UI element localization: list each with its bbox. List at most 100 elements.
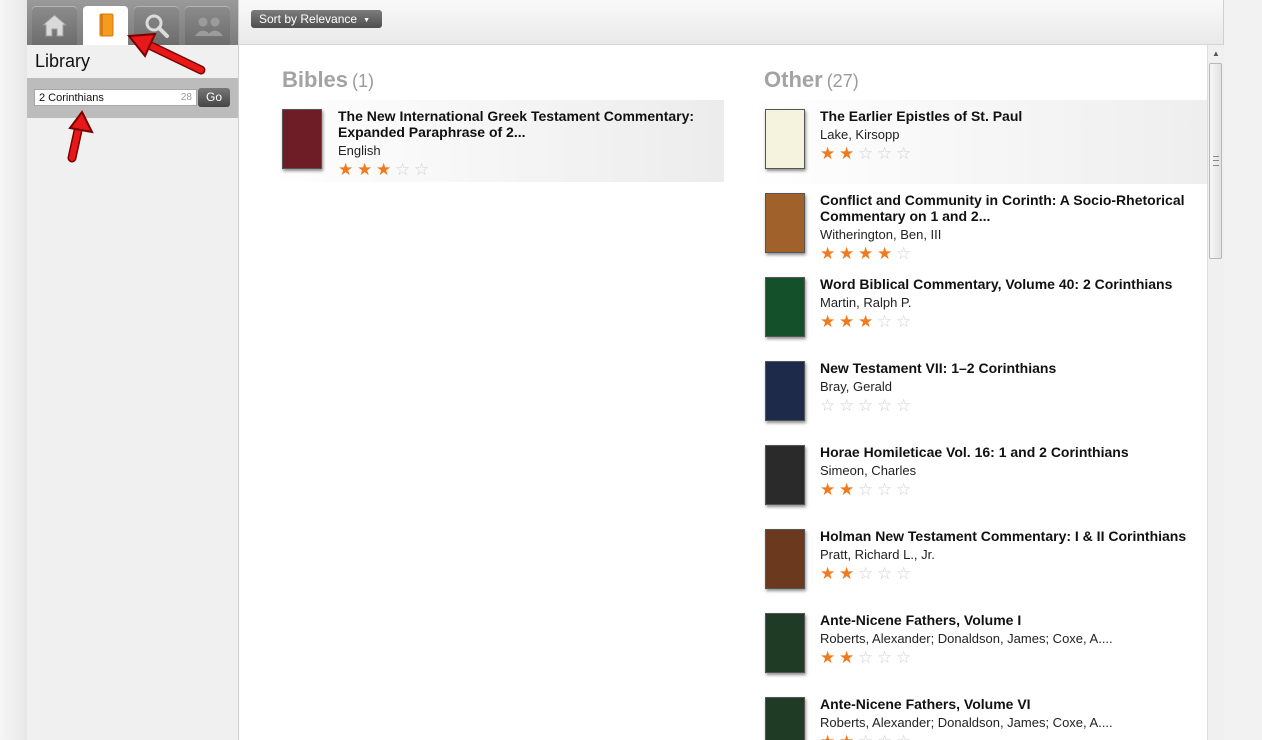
- star-empty-icon[interactable]: ☆: [896, 565, 915, 583]
- star-empty-icon[interactable]: ☆: [858, 481, 877, 499]
- star-filled-icon[interactable]: ★: [839, 565, 858, 583]
- result-item[interactable]: Conflict and Community in Corinth: A Soc…: [748, 184, 1207, 268]
- result-title[interactable]: Ante-Nicene Fathers, Volume I: [820, 612, 1200, 628]
- result-item[interactable]: Horae Homileticae Vol. 16: 1 and 2 Corin…: [748, 436, 1207, 520]
- star-rating[interactable]: ★★☆☆☆: [820, 481, 1200, 499]
- result-title[interactable]: Conflict and Community in Corinth: A Soc…: [820, 192, 1200, 224]
- star-filled-icon[interactable]: ★: [877, 245, 896, 263]
- result-title[interactable]: New Testament VII: 1–2 Corinthians: [820, 360, 1200, 376]
- book-cover: [765, 697, 805, 740]
- result-author: Pratt, Richard L., Jr.: [820, 547, 935, 562]
- star-empty-icon[interactable]: ☆: [820, 397, 839, 415]
- star-rating[interactable]: ★★☆☆☆: [820, 733, 1200, 740]
- star-filled-icon[interactable]: ★: [858, 313, 877, 331]
- star-filled-icon[interactable]: ★: [839, 313, 858, 331]
- result-item[interactable]: Ante-Nicene Fathers, Volume VI Roberts, …: [748, 688, 1207, 740]
- book-cover: [765, 193, 805, 253]
- star-filled-icon[interactable]: ★: [839, 245, 858, 263]
- star-filled-icon[interactable]: ★: [820, 649, 839, 667]
- book-cover: [765, 109, 805, 169]
- other-heading-label: Other: [764, 67, 823, 92]
- star-empty-icon[interactable]: ☆: [839, 397, 858, 415]
- star-empty-icon[interactable]: ☆: [896, 481, 915, 499]
- result-title[interactable]: Horae Homileticae Vol. 16: 1 and 2 Corin…: [820, 444, 1200, 460]
- star-empty-icon[interactable]: ☆: [877, 481, 896, 499]
- star-empty-icon[interactable]: ☆: [896, 145, 915, 163]
- star-rating[interactable]: ★ ★ ★ ★ ☆: [820, 245, 1200, 263]
- result-author: Martin, Ralph P.: [820, 295, 912, 310]
- star-filled-icon[interactable]: ★: [338, 161, 357, 179]
- star-empty-icon[interactable]: ☆: [877, 565, 896, 583]
- result-title[interactable]: Word Biblical Commentary, Volume 40: 2 C…: [820, 276, 1200, 292]
- star-empty-icon[interactable]: ☆: [395, 161, 414, 179]
- star-filled-icon[interactable]: ★: [357, 161, 376, 179]
- star-empty-icon[interactable]: ☆: [896, 245, 915, 263]
- result-item[interactable]: Word Biblical Commentary, Volume 40: 2 C…: [748, 268, 1207, 352]
- bibles-count: (1): [352, 71, 375, 91]
- other-heading: Other (27): [764, 67, 859, 93]
- result-author: Simeon, Charles: [820, 463, 917, 478]
- star-filled-icon[interactable]: ★: [839, 145, 858, 163]
- result-item[interactable]: The Earlier Epistles of St. Paul Lake, K…: [748, 100, 1207, 184]
- star-filled-icon[interactable]: ★: [820, 565, 839, 583]
- caret-down-icon: ▼: [363, 17, 370, 24]
- star-rating[interactable]: ☆ ☆ ☆ ☆ ☆: [820, 397, 1200, 415]
- result-title[interactable]: Ante-Nicene Fathers, Volume VI: [820, 696, 1200, 712]
- scroll-up-arrow-icon[interactable]: ▲: [1208, 49, 1224, 61]
- annotation-arrow-icon: [127, 32, 206, 75]
- star-empty-icon[interactable]: ☆: [896, 733, 915, 740]
- star-filled-icon[interactable]: ★: [820, 145, 839, 163]
- star-empty-icon[interactable]: ☆: [877, 733, 896, 740]
- sidebar: Library 28 Go: [27, 0, 239, 740]
- result-item[interactable]: Holman New Testament Commentary: I & II …: [748, 520, 1207, 604]
- result-title[interactable]: The Earlier Epistles of St. Paul: [820, 108, 1200, 124]
- result-item[interactable]: The New International Greek Testament Co…: [266, 100, 724, 182]
- star-filled-icon[interactable]: ★: [820, 313, 839, 331]
- star-rating[interactable]: ★★☆☆☆: [820, 565, 1200, 583]
- sort-dropdown[interactable]: Sort by Relevance ▼: [251, 10, 382, 28]
- star-filled-icon[interactable]: ★: [839, 649, 858, 667]
- book-cover: [282, 109, 322, 169]
- star-empty-icon[interactable]: ☆: [858, 733, 877, 740]
- other-count: (27): [826, 71, 859, 91]
- star-rating[interactable]: ★ ★ ★ ☆ ☆: [338, 161, 718, 179]
- star-empty-icon[interactable]: ☆: [877, 145, 896, 163]
- star-rating[interactable]: ★ ★ ★ ☆ ☆: [820, 313, 1200, 331]
- star-filled-icon[interactable]: ★: [858, 245, 877, 263]
- star-filled-icon[interactable]: ★: [820, 733, 839, 740]
- annotation-arrow-icon: [67, 110, 94, 163]
- book-cover: [765, 277, 805, 337]
- tab-home[interactable]: [32, 6, 77, 45]
- star-rating[interactable]: ★★☆☆☆: [820, 145, 1200, 163]
- scrollbar-thumb[interactable]: [1209, 63, 1222, 259]
- book-cover: [765, 613, 805, 673]
- star-empty-icon[interactable]: ☆: [858, 145, 877, 163]
- star-filled-icon[interactable]: ★: [839, 733, 858, 740]
- result-author: Bray, Gerald: [820, 379, 893, 394]
- star-empty-icon[interactable]: ☆: [858, 649, 877, 667]
- result-title[interactable]: Holman New Testament Commentary: I & II …: [820, 528, 1200, 544]
- star-empty-icon[interactable]: ☆: [877, 397, 896, 415]
- library-search-input[interactable]: [39, 91, 169, 105]
- star-filled-icon[interactable]: ★: [376, 161, 395, 179]
- star-empty-icon[interactable]: ☆: [858, 565, 877, 583]
- search-box[interactable]: 28: [34, 89, 197, 106]
- star-empty-icon[interactable]: ☆: [414, 161, 433, 179]
- star-filled-icon[interactable]: ★: [820, 481, 839, 499]
- star-empty-icon[interactable]: ☆: [896, 649, 915, 667]
- star-rating[interactable]: ★★☆☆☆: [820, 649, 1200, 667]
- result-item[interactable]: Ante-Nicene Fathers, Volume I Roberts, A…: [748, 604, 1207, 688]
- star-empty-icon[interactable]: ☆: [858, 397, 877, 415]
- result-title[interactable]: The New International Greek Testament Co…: [338, 108, 718, 140]
- star-filled-icon[interactable]: ★: [839, 481, 858, 499]
- go-button[interactable]: Go: [198, 88, 230, 107]
- library-search-bar: 28 Go: [27, 78, 238, 118]
- star-empty-icon[interactable]: ☆: [896, 397, 915, 415]
- star-empty-icon[interactable]: ☆: [877, 313, 896, 331]
- star-empty-icon[interactable]: ☆: [877, 649, 896, 667]
- star-filled-icon[interactable]: ★: [820, 245, 839, 263]
- result-item[interactable]: New Testament VII: 1–2 Corinthians Bray,…: [748, 352, 1207, 436]
- result-author: Lake, Kirsopp: [820, 127, 900, 142]
- star-empty-icon[interactable]: ☆: [896, 313, 915, 331]
- vertical-scrollbar[interactable]: ▲: [1207, 45, 1224, 740]
